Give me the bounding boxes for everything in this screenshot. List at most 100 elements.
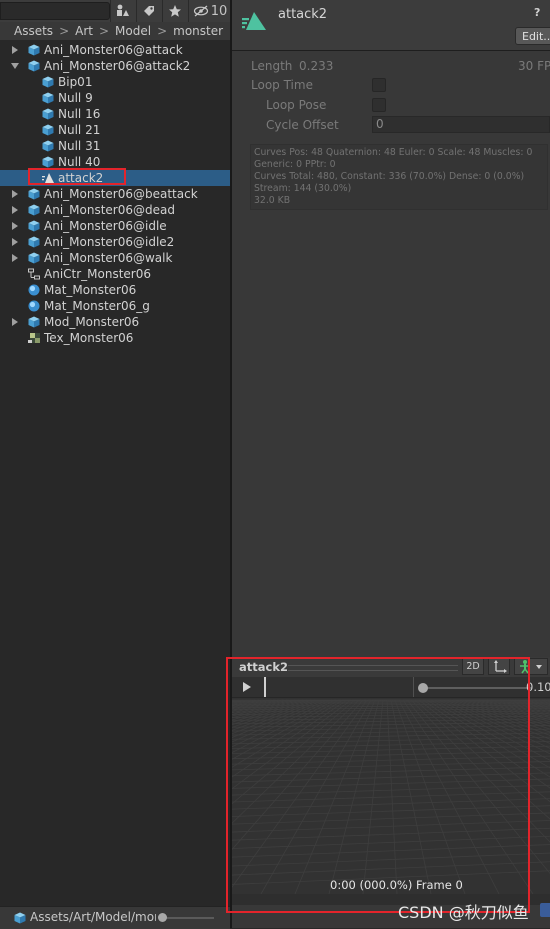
tree-row-label: Ani_Monster06@dead — [44, 202, 175, 218]
expand-arrow-right-icon[interactable] — [12, 206, 18, 214]
cycle-offset-field[interactable]: 0 — [372, 116, 550, 133]
model-cube-icon — [42, 108, 54, 120]
model-cube-icon — [28, 236, 40, 248]
fps-value: 30 FP — [518, 59, 550, 73]
star-icon[interactable] — [162, 0, 187, 22]
expand-arrow-down-icon[interactable] — [11, 63, 19, 69]
tree-row-label: Null 16 — [58, 106, 100, 122]
material-sphere-icon — [28, 300, 40, 312]
tree-row-label: Mat_Monster06 — [44, 282, 136, 298]
csdn-watermark: CSDN @秋刀似鱼 — [398, 899, 529, 923]
model-cube-icon — [28, 204, 40, 216]
inspector-header: attack2 ? Edit... — [232, 0, 550, 51]
info-line: 32.0 KB — [254, 195, 544, 207]
model-cube-icon — [28, 316, 40, 328]
hidden-packages-button[interactable]: 10 — [188, 0, 231, 22]
info-line: Generic: 0 PPtr: 0 — [254, 159, 544, 171]
tree-row[interactable]: Ani_Monster06@attack — [0, 42, 230, 58]
tree-row[interactable]: Tex_Monster06 — [0, 330, 230, 346]
breadcrumb: Assets>Art>Model>monster>M — [0, 22, 230, 40]
tree-row[interactable]: AniCtr_Monster06 — [0, 266, 230, 282]
length-label: Length — [251, 59, 292, 73]
model-cube-icon — [28, 44, 40, 56]
breadcrumb-monster[interactable]: monster — [173, 24, 223, 38]
search-input[interactable] — [0, 2, 110, 20]
expand-arrow-right-icon[interactable] — [12, 222, 18, 230]
tree-row-label: Mat_Monster06_g — [44, 298, 150, 314]
tree-row-label: Mod_Monster06 — [44, 314, 139, 330]
animator-controller-icon — [28, 268, 40, 280]
model-cube-icon — [28, 60, 40, 72]
length-value: 0.233 — [299, 59, 333, 73]
tree-row-label: AniCtr_Monster06 — [44, 266, 151, 282]
tree-row-label: Ani_Monster06@walk — [44, 250, 172, 266]
tree-row-label: Ani_Monster06@attack — [44, 42, 183, 58]
tree-row-label: Ani_Monster06@attack2 — [44, 58, 190, 74]
tree-row-label: Ani_Monster06@beattack — [44, 186, 198, 202]
hidden-count: 10 — [211, 4, 228, 19]
tree-row-label: Null 31 — [58, 138, 100, 154]
expand-arrow-right-icon[interactable] — [12, 46, 18, 54]
breadcrumb-art[interactable]: Art — [75, 24, 93, 38]
cycle-offset-label: Cycle Offset — [266, 118, 339, 132]
selected-path: Assets/Art/Model/mons — [30, 910, 156, 924]
icon-size-slider-track[interactable] — [162, 917, 214, 919]
tree-row[interactable]: Ani_Monster06@beattack — [0, 186, 230, 202]
loop-pose-label: Loop Pose — [266, 98, 326, 112]
tree-row-label: Null 21 — [58, 122, 100, 138]
edit-button[interactable]: Edit... — [515, 27, 550, 45]
model-cube-icon — [42, 156, 54, 168]
expand-arrow-right-icon[interactable] — [12, 238, 18, 246]
model-cube-icon — [14, 912, 26, 927]
inspector-title: attack2 — [278, 7, 327, 22]
project-statusbar: Assets/Art/Model/mons — [0, 906, 230, 929]
tree-row[interactable]: Mod_Monster06 — [0, 314, 230, 330]
tree-row[interactable]: Ani_Monster06@attack2 — [0, 58, 230, 74]
tree-row-label: Ani_Monster06@idle — [44, 218, 167, 234]
texture-icon — [28, 332, 40, 344]
breadcrumb-assets[interactable]: Assets — [0, 24, 53, 38]
model-cube-icon — [42, 140, 54, 152]
highlight-box-preview — [226, 657, 530, 913]
tree-row[interactable]: Null 21 — [0, 122, 230, 138]
clip-info-box: Curves Pos: 48 Quaternion: 48 Euler: 0 S… — [250, 144, 548, 210]
model-cube-icon — [28, 188, 40, 200]
info-line: Curves Pos: 48 Quaternion: 48 Euler: 0 S… — [254, 147, 544, 159]
model-cube-icon — [28, 220, 40, 232]
tree-row[interactable]: Ani_Monster06@idle — [0, 218, 230, 234]
model-cube-icon — [42, 76, 54, 88]
project-toolbar: 10 — [0, 0, 230, 23]
tree-row-label: Tex_Monster06 — [44, 330, 133, 346]
tree-row[interactable]: Ani_Monster06@idle2 — [0, 234, 230, 250]
help-icon[interactable]: ? — [534, 6, 540, 19]
badge-icon — [540, 903, 550, 917]
tree-row[interactable]: Bip01 — [0, 74, 230, 90]
loop-time-checkbox[interactable] — [372, 78, 386, 92]
tree-row[interactable]: Null 31 — [0, 138, 230, 154]
loop-time-label: Loop Time — [251, 78, 313, 92]
scene-filter-icon[interactable] — [110, 0, 135, 22]
tree-row[interactable]: Mat_Monster06 — [0, 282, 230, 298]
icon-size-slider-handle[interactable] — [158, 913, 167, 922]
tree-row-label: Null 9 — [58, 90, 93, 106]
info-line: Curves Total: 480, Constant: 336 (70.0%)… — [254, 171, 544, 183]
tree-row[interactable]: Ani_Monster06@dead — [0, 202, 230, 218]
expand-arrow-right-icon[interactable] — [12, 318, 18, 326]
label-tag-icon[interactable] — [136, 0, 161, 22]
model-cube-icon — [42, 124, 54, 136]
tree-row[interactable]: Mat_Monster06_g — [0, 298, 230, 314]
breadcrumb-separator: > — [53, 24, 75, 38]
info-line: Stream: 144 (30.0%) — [254, 183, 544, 195]
breadcrumb-model[interactable]: Model — [115, 24, 151, 38]
loop-pose-checkbox[interactable] — [372, 98, 386, 112]
model-cube-icon — [28, 252, 40, 264]
breadcrumb-separator: > — [93, 24, 115, 38]
model-cube-icon — [42, 92, 54, 104]
expand-arrow-right-icon[interactable] — [12, 190, 18, 198]
breadcrumb-separator: > — [151, 24, 173, 38]
tree-row[interactable]: Null 16 — [0, 106, 230, 122]
expand-arrow-right-icon[interactable] — [12, 254, 18, 262]
tree-row[interactable]: Ani_Monster06@walk — [0, 250, 230, 266]
tree-row[interactable]: Null 9 — [0, 90, 230, 106]
tree-row-label: Ani_Monster06@idle2 — [44, 234, 174, 250]
